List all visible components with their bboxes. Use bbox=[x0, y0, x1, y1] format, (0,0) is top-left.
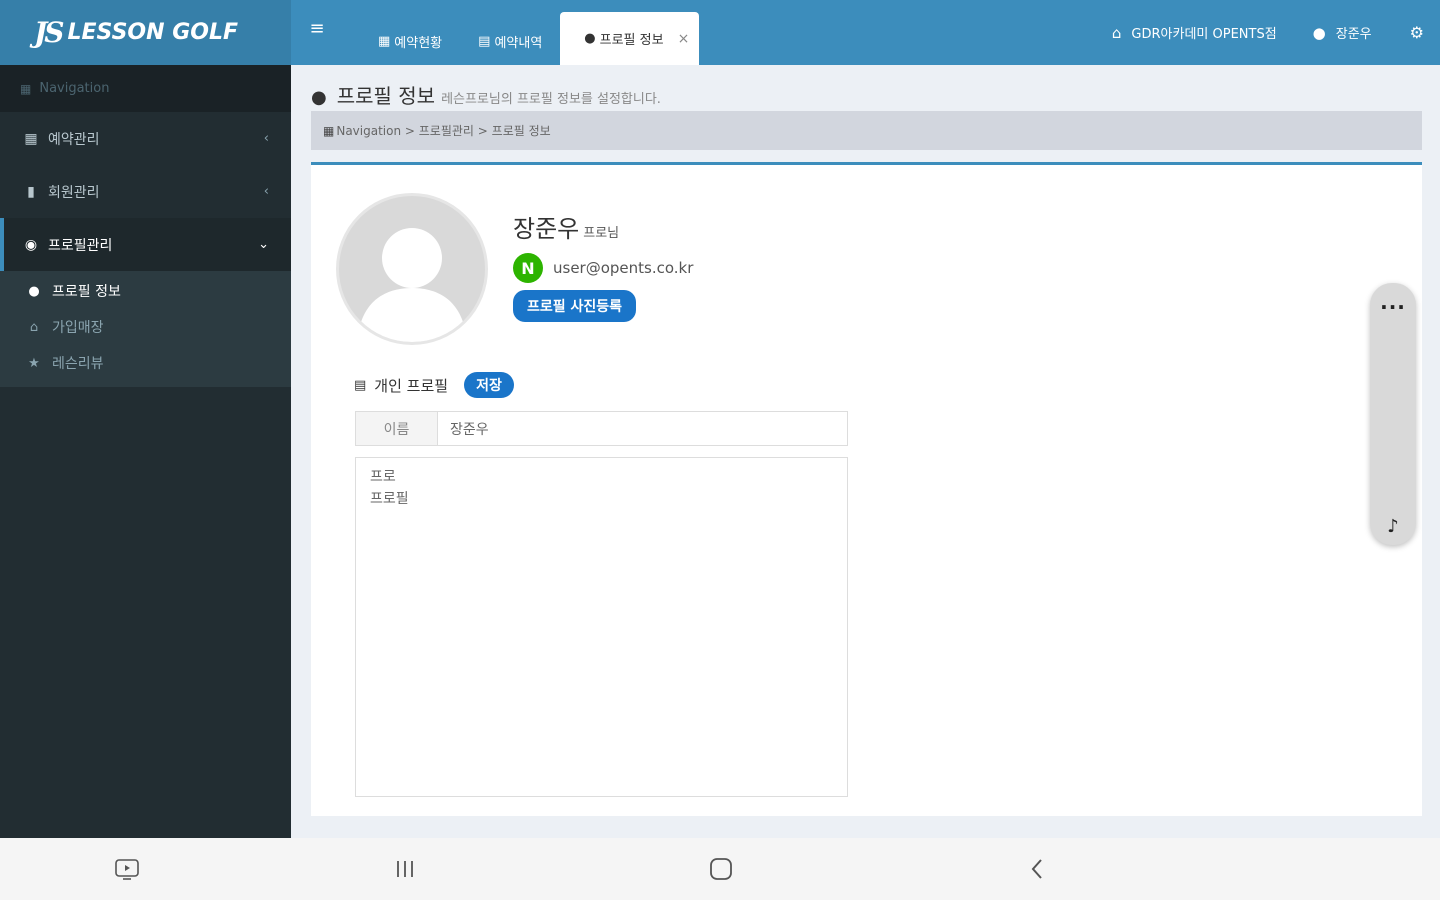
submenu-item-profile-info[interactable]: ● 프로필 정보 bbox=[0, 273, 291, 309]
more-icon[interactable]: ··· bbox=[1370, 295, 1416, 319]
home-icon[interactable] bbox=[701, 852, 741, 886]
calendar-icon: ▤ bbox=[478, 33, 491, 49]
submenu-item-label: 가입매장 bbox=[52, 320, 104, 336]
windows-icon: ▦ bbox=[323, 123, 335, 138]
submenu-item-label: 프로필 정보 bbox=[52, 284, 121, 300]
page-title: 프로필 정보 bbox=[336, 84, 436, 108]
tab-reservation-history[interactable]: ▤ 예약내역 bbox=[460, 17, 560, 65]
sidebar-item-profile[interactable]: ◉ 프로필관리 ⌄ bbox=[0, 218, 291, 271]
close-icon[interactable]: × bbox=[678, 31, 690, 47]
windows-icon: ▦ bbox=[20, 81, 32, 96]
upload-photo-button[interactable]: 프로필 사진등록 bbox=[513, 290, 637, 322]
section-title: ▤ 개인 프로필 저장 bbox=[354, 372, 514, 398]
music-note-icon[interactable]: ♪ bbox=[1370, 516, 1416, 537]
table-icon: ▦ bbox=[378, 33, 391, 49]
section-title-label: 개인 프로필 bbox=[374, 376, 449, 395]
user-icon: ● bbox=[311, 87, 327, 108]
user-icon: ● bbox=[584, 31, 596, 46]
user-icon: ● bbox=[1312, 23, 1326, 42]
submenu-item-stores[interactable]: ⌂ 가입매장 bbox=[0, 309, 291, 345]
chevron-down-icon: ⌄ bbox=[258, 237, 269, 252]
user-icon: ● bbox=[28, 283, 40, 299]
content-header: ● 프로필 정보 레슨프로님의 프로필 정보를 설정합니다. bbox=[311, 80, 661, 109]
user-name: 장준우 bbox=[1335, 27, 1372, 42]
breadcrumb-item: 프로필 정보 bbox=[491, 124, 551, 138]
breadcrumb: ▦ Navigation > 프로필관리 > 프로필 정보 bbox=[311, 111, 1422, 150]
star-icon: ★ bbox=[28, 355, 40, 371]
system-nav-bar bbox=[0, 838, 1440, 900]
nav-header: ▦ Navigation bbox=[0, 65, 291, 112]
profile-name-suffix: 프로님 bbox=[583, 226, 620, 241]
logo-mark: JS bbox=[34, 16, 65, 49]
bio-textarea[interactable]: 프로 프로필 bbox=[355, 457, 848, 797]
name-field-row: 이름 bbox=[355, 411, 848, 446]
logo-text: LESSON GOLF bbox=[67, 20, 239, 45]
profile-name-row: 장준우 프로님 bbox=[513, 209, 619, 244]
recent-apps-icon[interactable] bbox=[385, 852, 425, 886]
chevron-left-icon: ‹ bbox=[263, 184, 269, 199]
profile-box: 장준우 프로님 N user@opents.co.kr 프로필 사진등록 ▤ 개… bbox=[311, 162, 1422, 816]
user-menu[interactable]: ● 장준우 bbox=[1295, 23, 1390, 43]
settings-gear-icon[interactable]: ⚙ bbox=[1390, 23, 1440, 42]
sidebar-item-label: 예약관리 bbox=[48, 131, 100, 148]
naver-login-icon: N bbox=[513, 253, 543, 283]
sidebar-item-reservation[interactable]: ▦ 예약관리 ‹ bbox=[0, 112, 291, 165]
tab-reservation-status[interactable]: ▦ 예약현황 bbox=[360, 17, 460, 65]
email-row: N user@opents.co.kr bbox=[513, 253, 693, 283]
bank-icon: ⌂ bbox=[1111, 23, 1122, 42]
tab-profile-info[interactable]: ● 프로필 정보 × bbox=[560, 12, 700, 65]
name-field-label: 이름 bbox=[356, 412, 438, 445]
floating-widget[interactable]: ··· ♪ bbox=[1370, 283, 1416, 545]
bank-icon: ⌂ bbox=[29, 319, 39, 335]
profile-email: user@opents.co.kr bbox=[553, 259, 694, 277]
academy-menu[interactable]: ⌂ GDR아카데미 OPENTS점 bbox=[1094, 23, 1295, 43]
book-icon: ▮ bbox=[27, 183, 35, 200]
page-subtitle: 레슨프로님의 프로필 정보를 설정합니다. bbox=[441, 92, 661, 107]
nav-header-label: Navigation bbox=[39, 81, 110, 96]
list-icon: ▤ bbox=[354, 377, 367, 393]
screen-cast-icon[interactable] bbox=[107, 852, 147, 886]
back-icon[interactable] bbox=[1017, 852, 1057, 886]
profile-name: 장준우 bbox=[513, 215, 580, 243]
name-field[interactable] bbox=[438, 412, 847, 445]
breadcrumb-item[interactable]: 프로필관리 bbox=[419, 122, 474, 139]
tab-label: 예약내역 bbox=[494, 35, 543, 51]
submenu-item-reviews[interactable]: ★ 레슨리뷰 bbox=[0, 345, 291, 381]
save-button[interactable]: 저장 bbox=[464, 372, 514, 398]
sidebar: ▦ Navigation ▦ 예약관리 ‹ ▮ 회원관리 ‹ ◉ 프로필관리 ⌄… bbox=[0, 65, 291, 838]
header-right: ⌂ GDR아카데미 OPENTS점 ● 장준우 ⚙ bbox=[1094, 0, 1440, 65]
sidebar-item-label: 회원관리 bbox=[48, 184, 100, 201]
breadcrumb-item[interactable]: Navigation bbox=[336, 124, 401, 138]
chevron-left-icon: ‹ bbox=[263, 131, 269, 146]
tab-label: 프로필 정보 bbox=[599, 33, 664, 48]
top-header: JS LESSON GOLF ≡ ▦ 예약현황 ▤ 예약내역 ● 프로필 정보 … bbox=[0, 0, 1440, 65]
academy-name: GDR아카데미 OPENTS점 bbox=[1131, 27, 1277, 42]
avatar bbox=[336, 193, 488, 345]
calendar-icon: ▦ bbox=[24, 130, 38, 147]
submenu-item-label: 레슨리뷰 bbox=[52, 356, 104, 372]
breadcrumb-separator: > bbox=[401, 123, 419, 138]
avatar-placeholder-icon bbox=[357, 228, 467, 342]
tab-label: 예약현황 bbox=[394, 35, 443, 51]
sidebar-item-members[interactable]: ▮ 회원관리 ‹ bbox=[0, 165, 291, 218]
globe-icon: ◉ bbox=[24, 236, 38, 253]
sidebar-item-label: 프로필관리 bbox=[48, 237, 113, 254]
tab-bar: ▦ 예약현황 ▤ 예약내역 ● 프로필 정보 × bbox=[360, 12, 700, 65]
breadcrumb-separator: > bbox=[473, 123, 492, 138]
app-logo[interactable]: JS LESSON GOLF bbox=[0, 0, 291, 65]
hamburger-icon[interactable]: ≡ bbox=[306, 18, 328, 40]
profile-submenu: ● 프로필 정보 ⌂ 가입매장 ★ 레슨리뷰 bbox=[0, 271, 291, 387]
